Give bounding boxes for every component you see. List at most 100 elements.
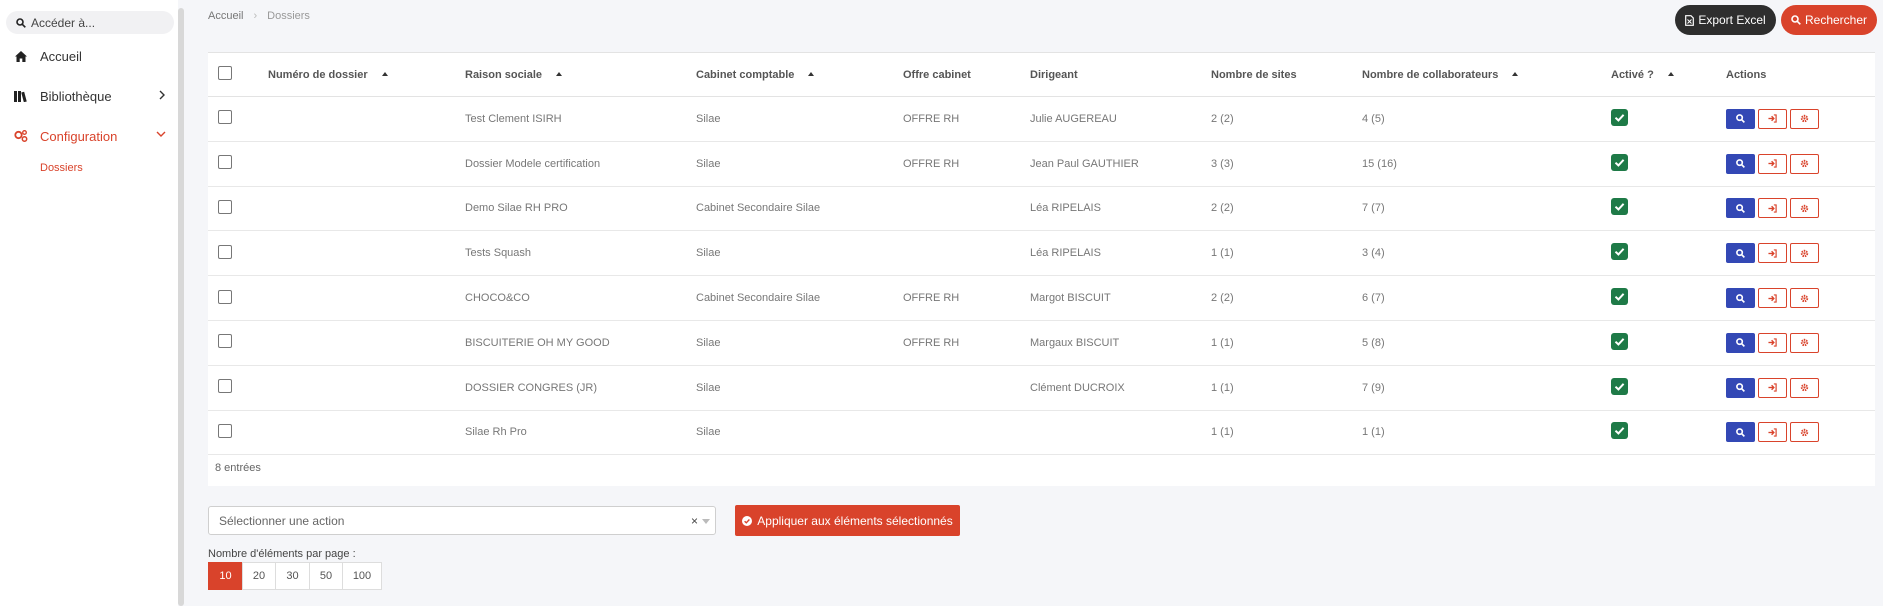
sidebar-item-configuration[interactable]: Configuration — [0, 124, 178, 148]
view-button[interactable] — [1726, 198, 1755, 219]
table-row: Dossier Modele certification Silae OFFRE R… — [208, 141, 1875, 187]
search-button[interactable]: Rechercher — [1781, 5, 1877, 35]
cell-numero — [268, 230, 465, 277]
clear-icon[interactable]: × — [691, 514, 698, 528]
per-page-label: Nombre d'éléments par page : — [208, 548, 356, 560]
header-active[interactable]: Activé ? — [1611, 52, 1726, 97]
table-header-row: Numéro de dossier Raison sociale Cabinet… — [208, 52, 1875, 97]
header-numero[interactable]: Numéro de dossier — [268, 52, 465, 97]
login-as-button[interactable] — [1758, 288, 1787, 309]
login-as-button[interactable] — [1758, 108, 1787, 129]
row-checkbox[interactable] — [218, 110, 232, 125]
dossiers-table: Numéro de dossier Raison sociale Cabinet… — [208, 52, 1875, 456]
login-as-button[interactable] — [1758, 332, 1787, 353]
cell-numero — [268, 365, 465, 411]
sign-in-icon — [1768, 338, 1777, 348]
per-page-selector: 10 20 30 50 100 — [208, 562, 382, 590]
login-as-button[interactable] — [1758, 377, 1787, 398]
cell-active — [1611, 365, 1726, 411]
view-button[interactable] — [1726, 332, 1755, 353]
row-checkbox[interactable] — [218, 289, 232, 304]
settings-button[interactable] — [1790, 377, 1819, 398]
header-collaborateurs[interactable]: Nombre de collaborateurs — [1362, 52, 1611, 97]
bulk-action-select[interactable]: Sélectionner une action × — [208, 506, 716, 535]
cell-active — [1611, 230, 1726, 277]
sort-asc-icon — [381, 71, 388, 76]
sidebar-item-bibliotheque[interactable]: Bibliothèque — [0, 84, 178, 108]
cell-cabinet: Cabinet Secondaire Silae — [696, 275, 903, 321]
cell-sites: 1 (1) — [1211, 230, 1362, 277]
search-icon — [1736, 338, 1745, 348]
select-all-checkbox[interactable] — [218, 66, 232, 80]
gear-icon — [1800, 428, 1809, 437]
sidebar-subitem-dossiers[interactable]: Dossiers — [40, 162, 83, 174]
header-raison-sociale[interactable]: Raison sociale — [465, 52, 696, 97]
sidebar-scrollbar[interactable] — [178, 8, 184, 606]
settings-button[interactable] — [1790, 108, 1819, 129]
row-checkbox[interactable] — [218, 423, 232, 438]
cell-collaborateurs: 3 (4) — [1362, 230, 1611, 277]
search-icon — [1736, 248, 1745, 258]
cell-actions — [1726, 96, 1875, 142]
row-checkbox[interactable] — [218, 244, 232, 259]
cell-dirigeant: Clément DUCROIX — [1030, 365, 1211, 411]
row-checkbox[interactable] — [218, 199, 232, 214]
row-select-cell — [208, 186, 268, 232]
sidebar-item-accueil[interactable]: Accueil — [0, 44, 178, 68]
quick-search-input[interactable]: Accéder à... — [6, 11, 174, 34]
row-checkbox[interactable] — [218, 155, 232, 170]
settings-button[interactable] — [1790, 288, 1819, 309]
per-page-option-100[interactable]: 100 — [342, 562, 382, 590]
view-button[interactable] — [1726, 377, 1755, 398]
cell-numero — [268, 410, 465, 456]
per-page-option-10[interactable]: 10 — [208, 562, 243, 590]
gear-icon — [1800, 339, 1809, 347]
login-as-button[interactable] — [1758, 198, 1787, 219]
login-as-button[interactable] — [1758, 243, 1787, 264]
view-button[interactable] — [1726, 108, 1755, 129]
cell-collaborateurs: 7 (7) — [1362, 186, 1611, 232]
caret-down-icon — [702, 519, 710, 524]
cell-active — [1611, 275, 1726, 321]
per-page-option-20[interactable]: 20 — [242, 562, 276, 590]
check-circle-icon — [742, 515, 753, 526]
view-button[interactable] — [1726, 422, 1755, 443]
view-button[interactable] — [1726, 153, 1755, 174]
gear-icon — [1800, 249, 1809, 257]
sidebar: Accéder à... Accueil Bibliothèque Config… — [0, 0, 178, 606]
login-as-button[interactable] — [1758, 422, 1787, 443]
row-checkbox[interactable] — [218, 379, 232, 394]
login-as-button[interactable] — [1758, 153, 1787, 174]
select-all-cell — [208, 52, 268, 97]
apply-selected-button[interactable]: Appliquer aux éléments sélectionnés — [735, 505, 960, 536]
per-page-option-30[interactable]: 30 — [275, 562, 310, 590]
entries-count: 8 entrées — [215, 462, 261, 474]
cell-actions — [1726, 410, 1875, 456]
active-check-icon — [1611, 153, 1628, 171]
header-cabinet[interactable]: Cabinet comptable — [696, 52, 903, 97]
settings-button[interactable] — [1790, 198, 1819, 219]
settings-button[interactable] — [1790, 243, 1819, 264]
cell-cabinet: Silae — [696, 410, 903, 456]
settings-button[interactable] — [1790, 422, 1819, 443]
search-icon — [16, 17, 26, 28]
row-checkbox[interactable] — [218, 334, 232, 349]
cell-raison-sociale: Tests Squash — [465, 230, 696, 277]
view-button[interactable] — [1726, 288, 1755, 309]
search-icon — [1736, 428, 1745, 437]
cell-dirigeant: Léa RIPELAIS — [1030, 186, 1211, 232]
settings-button[interactable] — [1790, 332, 1819, 353]
breadcrumb-home[interactable]: Accueil — [208, 10, 243, 22]
gear-icon — [1800, 159, 1809, 168]
header-dirigeant: Dirigeant — [1030, 52, 1211, 97]
cell-collaborateurs: 6 (7) — [1362, 275, 1611, 321]
per-page-option-50[interactable]: 50 — [309, 562, 343, 590]
row-select-cell — [208, 96, 268, 142]
view-button[interactable] — [1726, 243, 1755, 264]
cell-active — [1611, 141, 1726, 187]
export-excel-button[interactable]: Export Excel — [1675, 5, 1776, 35]
settings-button[interactable] — [1790, 153, 1819, 174]
cell-sites: 3 (3) — [1211, 141, 1362, 187]
row-select-cell — [208, 320, 268, 366]
active-check-icon — [1611, 377, 1628, 395]
